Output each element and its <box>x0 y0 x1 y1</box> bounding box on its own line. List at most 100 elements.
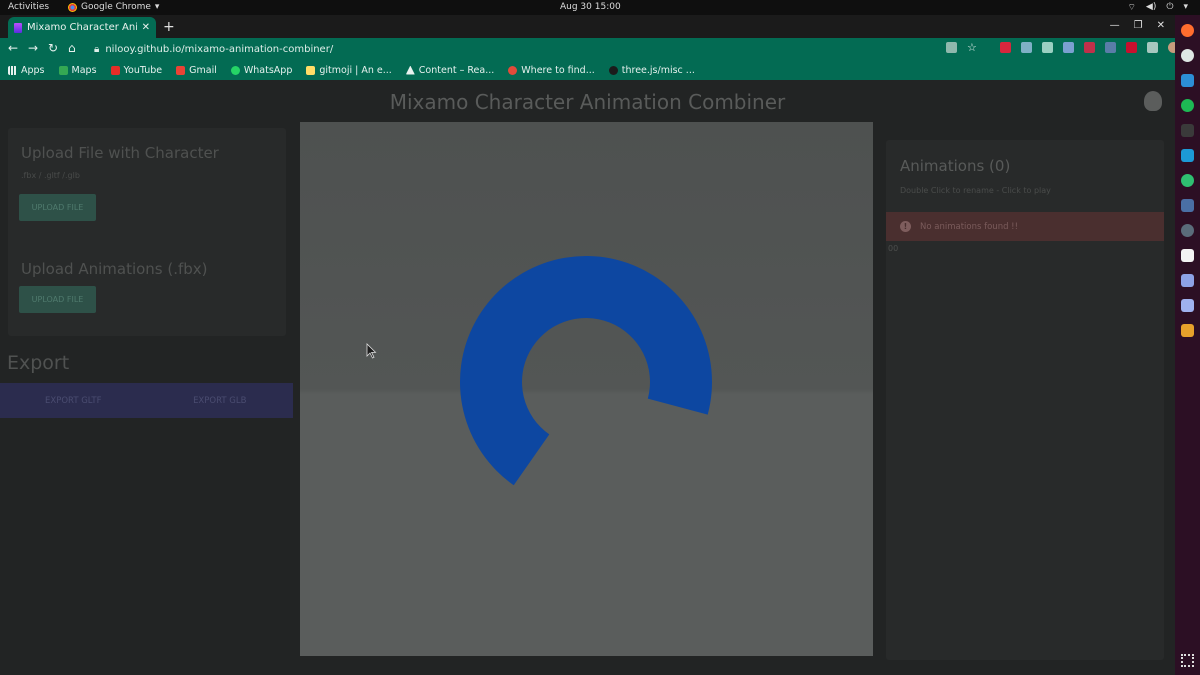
mouse-cursor-icon <box>366 343 377 359</box>
animations-heading: Animations (0) <box>900 157 1011 175</box>
bookmark-content[interactable]: Content – Rea... <box>405 65 494 76</box>
software-icon[interactable] <box>1181 299 1194 312</box>
monitor-icon[interactable] <box>1181 199 1194 212</box>
bookmark-whatsapp[interactable]: WhatsApp <box>230 65 292 76</box>
os-top-bar: Activities Google Chrome ▾ Aug 30 15:00 … <box>0 0 1200 15</box>
where-to-find-icon <box>508 65 518 75</box>
address-bar[interactable]: 🔒︎ nilooy.github.io/mixamo-animation-com… <box>88 40 988 58</box>
tab-title: Mixamo Character Anima <box>27 22 137 33</box>
lock-icon: 🔒︎ <box>94 43 100 55</box>
home-icon[interactable]: ⌂ <box>68 41 76 55</box>
wifi-icon: ⌔ <box>1127 3 1136 13</box>
translate-icon[interactable] <box>946 42 957 53</box>
upload-character-heading: Upload File with Character <box>21 144 219 162</box>
export-glb-button[interactable]: EXPORT GLB <box>147 383 294 418</box>
system-tray[interactable]: ⌔ ◀) ⏻ ▾ <box>1127 2 1188 13</box>
show-apps-icon[interactable] <box>1181 654 1194 667</box>
screen: Activities Google Chrome ▾ Aug 30 15:00 … <box>0 0 1200 675</box>
power-icon: ⏻ <box>1166 2 1174 12</box>
3d-viewport[interactable] <box>300 122 873 656</box>
bookmark-gmail[interactable]: Gmail <box>176 65 217 76</box>
github-icon <box>608 65 618 75</box>
new-tab-button[interactable]: + <box>163 19 175 35</box>
whatsapp-icon <box>230 65 240 75</box>
extension-gear-icon[interactable] <box>1042 42 1053 53</box>
star-icon[interactable]: ☆ <box>967 42 978 53</box>
page-title: Mixamo Character Animation Combiner <box>389 90 786 114</box>
activities-button[interactable]: Activities <box>8 2 49 12</box>
postman-icon[interactable] <box>1181 224 1194 237</box>
bookmark-youtube[interactable]: YouTube <box>110 65 162 76</box>
spinner-arc <box>460 256 712 486</box>
extension-pdf-icon[interactable] <box>1126 42 1137 53</box>
bookmarks-bar: Apps Maps YouTube Gmail WhatsApp gitmoji… <box>0 60 1175 80</box>
ubuntu-store-icon[interactable] <box>1181 324 1194 337</box>
clock[interactable]: Aug 30 15:00 <box>560 2 621 12</box>
github-icon[interactable] <box>1144 91 1162 111</box>
animations-panel: Animations (0) Double Click to rename - … <box>886 140 1164 660</box>
forward-icon[interactable]: → <box>28 41 38 55</box>
chevron-down-icon: ▾ <box>154 2 160 12</box>
upload-character-button[interactable]: UPLOAD FILE <box>19 194 96 221</box>
extension-red-icon[interactable] <box>1000 42 1011 53</box>
vscode-icon[interactable] <box>1181 74 1194 87</box>
skype-icon[interactable] <box>1181 149 1194 162</box>
app-name: Google Chrome <box>81 2 151 12</box>
info-icon: ! <box>900 221 911 232</box>
animations-hint: Double Click to rename - Click to play <box>900 186 1051 195</box>
extension-blue-icon[interactable] <box>1063 42 1074 53</box>
page: Mixamo Character Animation Combiner Uplo… <box>0 80 1175 675</box>
window-controls: — ❐ ✕ <box>1110 20 1165 31</box>
extension-eye-icon[interactable] <box>1105 42 1116 53</box>
export-heading: Export <box>7 352 70 374</box>
ubuntu-dock <box>1175 15 1200 675</box>
firefox-icon[interactable] <box>1181 24 1194 37</box>
minimize-icon[interactable]: — <box>1110 20 1120 31</box>
extension-icons: ☆ ⋮ <box>946 42 1200 53</box>
upload-animations-button[interactable]: UPLOAD FILE <box>19 286 96 313</box>
extension-react-icon[interactable] <box>1021 42 1032 53</box>
files-icon[interactable] <box>1181 274 1194 287</box>
url-text: nilooy.github.io/mixamo-animation-combin… <box>105 43 334 55</box>
volume-icon: ◀) <box>1145 2 1157 12</box>
chrome-dock-icon[interactable] <box>1181 49 1194 62</box>
maps-dock-icon[interactable] <box>1181 174 1194 187</box>
bookmark-maps[interactable]: Maps <box>58 65 97 76</box>
terminal-icon[interactable] <box>1181 124 1194 137</box>
content-icon <box>405 65 415 75</box>
site-favicon-icon <box>14 22 22 33</box>
app-menu[interactable]: Google Chrome ▾ <box>68 2 159 12</box>
animation-counter: 00 <box>888 244 899 253</box>
alert-text: No animations found !! <box>920 221 1018 232</box>
apps-grid-icon <box>8 65 17 75</box>
spotify-icon[interactable] <box>1181 99 1194 112</box>
browser-toolbar: ← → ↻ ⌂ 🔒︎ nilooy.github.io/mixamo-anima… <box>0 38 1200 60</box>
close-tab-icon[interactable]: ✕ <box>142 22 150 33</box>
bookmark-threejs[interactable]: three.js/misc ... <box>608 65 695 76</box>
chevron-down-icon: ▾ <box>1183 2 1188 12</box>
reload-icon[interactable]: ↻ <box>48 41 58 55</box>
bookmark-apps[interactable]: Apps <box>8 65 45 76</box>
puzzle-icon[interactable] <box>1147 42 1158 53</box>
gitmoji-icon <box>306 65 316 75</box>
extension-pink-icon[interactable] <box>1084 42 1095 53</box>
upload-animations-heading: Upload Animations (.fbx) <box>21 260 208 278</box>
upload-character-formats: .fbx / .gltf /.glb <box>21 171 80 180</box>
maps-icon <box>58 65 68 75</box>
bookmark-where-to-find[interactable]: Where to find... <box>508 65 595 76</box>
back-icon[interactable]: ← <box>8 41 18 55</box>
chrome-icon <box>68 2 77 12</box>
export-gltf-button[interactable]: EXPORT GLTF <box>0 383 147 418</box>
browser-tab[interactable]: Mixamo Character Anima ✕ <box>8 17 156 38</box>
loading-spinner <box>460 256 712 486</box>
close-window-icon[interactable]: ✕ <box>1157 20 1165 31</box>
tab-strip: Mixamo Character Anima ✕ + — ❐ ✕ <box>0 15 1175 38</box>
upload-card: Upload File with Character .fbx / .gltf … <box>8 128 286 336</box>
gmail-icon <box>176 65 186 75</box>
no-animations-alert: ! No animations found !! <box>886 212 1164 241</box>
export-button-group: EXPORT GLTF EXPORT GLB <box>0 383 293 418</box>
bookmark-gitmoji[interactable]: gitmoji | An e... <box>306 65 392 76</box>
youtube-icon <box>110 65 120 75</box>
notes-icon[interactable] <box>1181 249 1194 262</box>
maximize-icon[interactable]: ❐ <box>1134 20 1143 31</box>
